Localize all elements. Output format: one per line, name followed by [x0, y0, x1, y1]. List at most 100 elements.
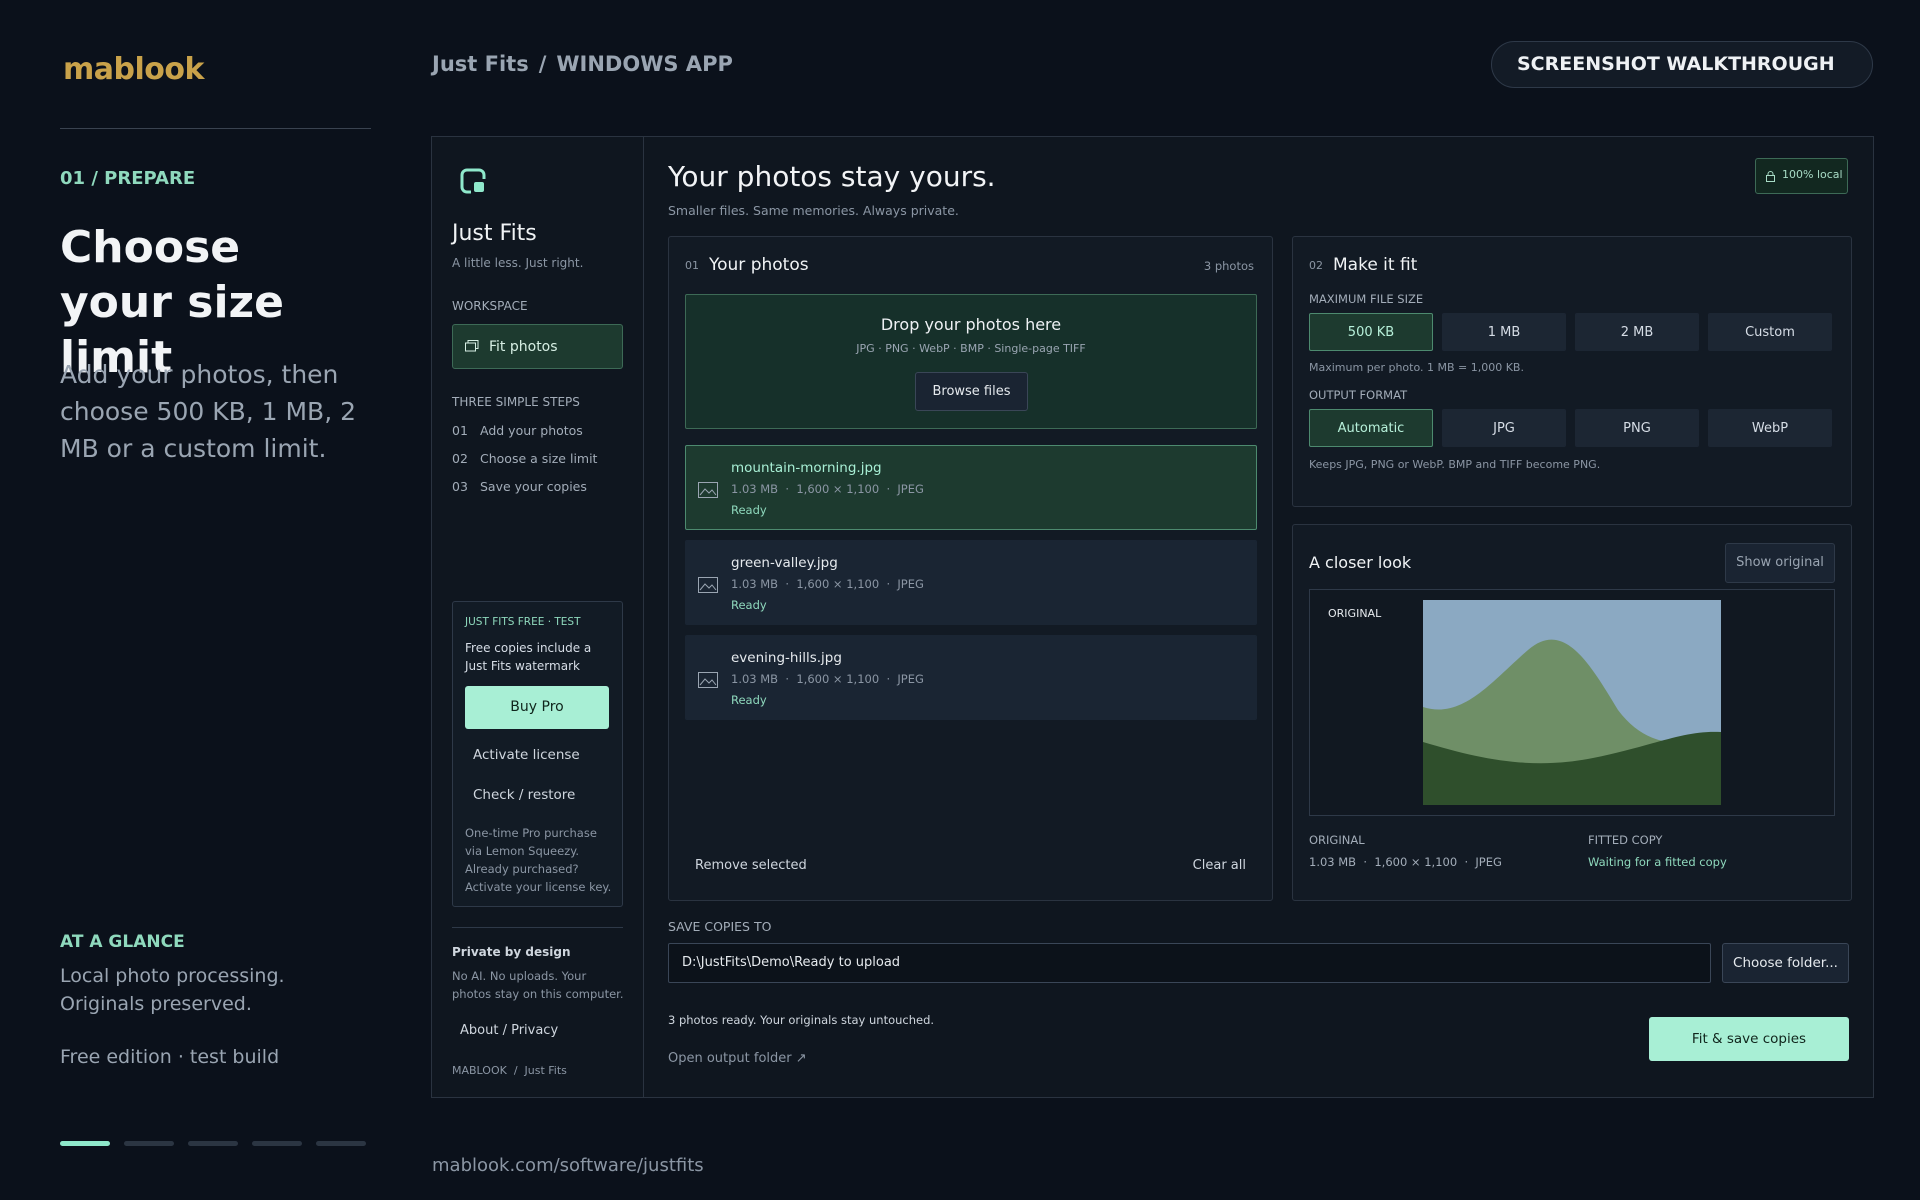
- photos-title: Your photos: [709, 255, 809, 275]
- ready-status: 3 photos ready. Your originals stay unto…: [668, 1013, 935, 1027]
- fitted-status: Waiting for a fitted copy: [1588, 855, 1727, 869]
- progress-dot[interactable]: [188, 1141, 238, 1146]
- step-item: 03 Save your copies: [452, 479, 587, 494]
- slide-progress: [60, 1141, 366, 1146]
- save-copies-label: SAVE COPIES TO: [668, 919, 772, 934]
- license-note: One-time Pro purchase via Lemon Squeezy.…: [465, 826, 612, 894]
- file-name: mountain-morning.jpg: [731, 460, 882, 476]
- photos-icon: [465, 340, 479, 352]
- size-option-2mb[interactable]: 2 MB: [1575, 313, 1699, 351]
- size-option-custom[interactable]: Custom: [1708, 313, 1832, 351]
- progress-dot-active[interactable]: [60, 1141, 110, 1146]
- progress-dot[interactable]: [252, 1141, 302, 1146]
- file-item[interactable]: mountain-morning.jpg 1.03 MB · 1,600 × 1…: [685, 445, 1257, 530]
- step-item: 02 Choose a size limit: [452, 451, 597, 466]
- license-heading: JUST FITS FREE · TEST: [465, 616, 581, 628]
- license-panel: JUST FITS FREE · TEST Free copies includ…: [452, 601, 623, 907]
- preview-image: [1423, 600, 1721, 805]
- buy-pro-button[interactable]: Buy Pro: [465, 686, 609, 729]
- check-restore-link[interactable]: Check / restore: [473, 787, 575, 803]
- breadcrumb-app: Just Fits: [432, 52, 529, 76]
- glance-heading: AT A GLANCE: [60, 932, 185, 952]
- fit-save-button[interactable]: Fit & save copies: [1649, 1017, 1849, 1061]
- product-url: mablook.com/software/justfits: [432, 1155, 704, 1176]
- drop-title: Drop your photos here: [880, 315, 1062, 334]
- file-item[interactable]: evening-hills.jpg 1.03 MB · 1,600 × 1,10…: [685, 635, 1257, 720]
- browse-files-button[interactable]: Browse files: [915, 372, 1028, 411]
- page-title: Your photos stay yours.: [668, 160, 996, 193]
- image-icon: [698, 672, 718, 688]
- section-number: 01: [685, 259, 699, 272]
- save-path-field[interactable]: D:\JustFits\Demo\Ready to upload: [668, 943, 1711, 983]
- breadcrumb: Just Fits / WINDOWS APP: [432, 52, 733, 76]
- step-number: 03: [452, 479, 468, 494]
- divider: [452, 927, 623, 928]
- drop-formats: JPG · PNG · WebP · BMP · Single-page TIF…: [856, 342, 1086, 355]
- file-name: evening-hills.jpg: [731, 650, 842, 666]
- slide-description: Add your photos, then choose 500 KB, 1 M…: [60, 360, 357, 463]
- progress-dot[interactable]: [124, 1141, 174, 1146]
- privacy-text: No AI. No uploads. Your photos stay on t…: [452, 969, 624, 1001]
- file-meta: 1.03 MB · 1,600 × 1,100 · JPEG: [731, 577, 924, 591]
- format-option-automatic[interactable]: Automatic: [1309, 409, 1433, 447]
- file-meta: 1.03 MB · 1,600 × 1,100 · JPEG: [731, 482, 924, 496]
- size-note: Maximum per photo. 1 MB = 1,000 KB.: [1309, 361, 1524, 374]
- preview-box: ORIGINAL: [1309, 589, 1835, 816]
- open-output-folder-link[interactable]: Open output folder ↗: [668, 1051, 807, 1066]
- step-label: 01 / PREPARE: [60, 168, 196, 189]
- drop-zone[interactable]: Drop your photos here JPG · PNG · WebP ·…: [685, 294, 1257, 429]
- file-status: Ready: [731, 598, 767, 612]
- license-text: Free copies include a Just Fits watermar…: [465, 641, 592, 673]
- section-number: 02: [1309, 259, 1323, 272]
- step-text: Save your copies: [480, 479, 587, 494]
- make-it-fit-title: Make it fit: [1333, 255, 1418, 275]
- image-icon: [698, 482, 718, 498]
- remove-selected-button[interactable]: Remove selected: [695, 858, 807, 873]
- sidebar-item-fit-photos[interactable]: Fit photos: [452, 324, 623, 369]
- edition-label: Free edition · test build: [60, 1046, 280, 1068]
- mablook-logo: mablook: [63, 52, 204, 87]
- walkthrough-badge: SCREENSHOT WALKTHROUGH: [1491, 41, 1873, 88]
- format-option-webp[interactable]: WebP: [1708, 409, 1832, 447]
- lock-icon: [1766, 171, 1775, 182]
- local-badge-text: 100% local: [1782, 168, 1843, 181]
- fitted-label: FITTED COPY: [1588, 833, 1663, 847]
- file-status: Ready: [731, 693, 767, 707]
- format-option-png[interactable]: PNG: [1575, 409, 1699, 447]
- workspace-label: WORKSPACE: [452, 299, 528, 313]
- format-option-jpg[interactable]: JPG: [1442, 409, 1566, 447]
- output-format-label: OUTPUT FORMAT: [1309, 388, 1408, 402]
- choose-folder-button[interactable]: Choose folder...: [1722, 943, 1849, 983]
- app-sidebar: Just Fits A little less. Just right. WOR…: [432, 137, 644, 1097]
- photo-count: 3 photos: [1203, 259, 1254, 273]
- step-item: 01 Add your photos: [452, 423, 583, 438]
- original-label: ORIGINAL: [1309, 833, 1365, 847]
- closer-look-panel: A closer look Show original ORIGINAL ORI…: [1292, 524, 1852, 901]
- size-option-500kb[interactable]: 500 KB: [1309, 313, 1433, 351]
- progress-dot[interactable]: [316, 1141, 366, 1146]
- divider: [60, 128, 371, 129]
- about-privacy-link[interactable]: About / Privacy: [460, 1023, 558, 1038]
- glance-text: Local photo processing. Originals preser…: [60, 965, 285, 1015]
- image-icon: [698, 577, 718, 593]
- make-it-fit-panel: 02 Make it fit MAXIMUM FILE SIZE 500 KB …: [1292, 236, 1852, 507]
- file-item[interactable]: green-valley.jpg 1.03 MB · 1,600 × 1,100…: [685, 540, 1257, 625]
- app-window: Just Fits A little less. Just right. WOR…: [431, 136, 1874, 1098]
- breadcrumb-separator: /: [538, 52, 547, 76]
- steps-label: THREE SIMPLE STEPS: [452, 395, 580, 409]
- sidebar-footer: MABLOOK / Just Fits: [452, 1064, 567, 1077]
- app-icon: [460, 168, 486, 194]
- step-text: Choose a size limit: [480, 451, 598, 466]
- privacy-heading: Private by design: [452, 945, 571, 959]
- page-subtitle: Smaller files. Same memories. Always pri…: [668, 203, 959, 218]
- preview-overlay-label: ORIGINAL: [1328, 607, 1382, 620]
- show-original-button[interactable]: Show original: [1725, 543, 1835, 583]
- size-option-1mb[interactable]: 1 MB: [1442, 313, 1566, 351]
- clear-all-button[interactable]: Clear all: [1193, 858, 1246, 873]
- format-note: Keeps JPG, PNG or WebP. BMP and TIFF bec…: [1309, 458, 1601, 471]
- sidebar-item-label: Fit photos: [489, 339, 558, 355]
- activate-license-link[interactable]: Activate license: [473, 747, 580, 763]
- local-badge: 100% local: [1755, 158, 1848, 194]
- step-text: Add your photos: [480, 423, 583, 438]
- original-meta: 1.03 MB · 1,600 × 1,100 · JPEG: [1309, 855, 1502, 869]
